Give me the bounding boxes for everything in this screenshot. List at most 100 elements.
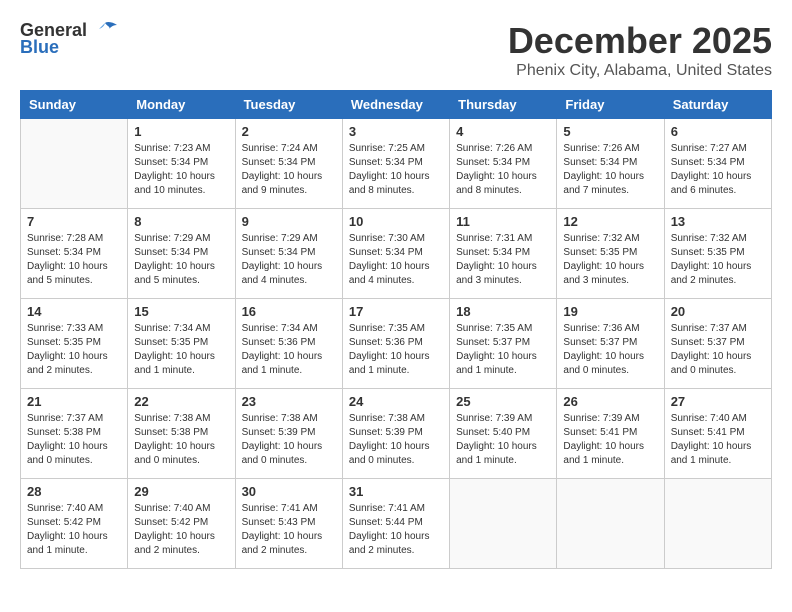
day-number: 3: [349, 124, 443, 139]
day-number: 20: [671, 304, 765, 319]
calendar-cell: 16 Sunrise: 7:34 AM Sunset: 5:36 PM Dayli…: [235, 299, 342, 389]
day-number: 1: [134, 124, 228, 139]
day-info: Sunrise: 7:35 AM Sunset: 5:36 PM Dayligh…: [349, 322, 443, 378]
day-info: Sunrise: 7:38 AM Sunset: 5:39 PM Dayligh…: [349, 412, 443, 468]
day-info: Sunrise: 7:32 AM Sunset: 5:35 PM Dayligh…: [563, 232, 657, 288]
day-info: Sunrise: 7:34 AM Sunset: 5:36 PM Dayligh…: [242, 322, 336, 378]
calendar-cell: 26 Sunrise: 7:39 AM Sunset: 5:41 PM Dayli…: [557, 389, 664, 479]
day-number: 14: [27, 304, 121, 319]
title-area: December 2025 Phenix City, Alabama, Unit…: [508, 20, 772, 80]
day-info: Sunrise: 7:33 AM Sunset: 5:35 PM Dayligh…: [27, 322, 121, 378]
calendar-cell: 22 Sunrise: 7:38 AM Sunset: 5:38 PM Dayli…: [128, 389, 235, 479]
day-info: Sunrise: 7:23 AM Sunset: 5:34 PM Dayligh…: [134, 142, 228, 198]
day-info: Sunrise: 7:29 AM Sunset: 5:34 PM Dayligh…: [134, 232, 228, 288]
day-info: Sunrise: 7:37 AM Sunset: 5:38 PM Dayligh…: [27, 412, 121, 468]
weekday-header-row: SundayMondayTuesdayWednesdayThursdayFrid…: [21, 91, 772, 119]
day-number: 29: [134, 484, 228, 499]
day-info: Sunrise: 7:34 AM Sunset: 5:35 PM Dayligh…: [134, 322, 228, 378]
logo-blue-text: Blue: [20, 37, 59, 58]
calendar-cell: 4Sunrise: 7:26 AM Sunset: 5:34 PM Daylig…: [450, 119, 557, 209]
calendar-cell: 24 Sunrise: 7:38 AM Sunset: 5:39 PM Dayli…: [342, 389, 449, 479]
weekday-header-saturday: Saturday: [664, 91, 771, 119]
day-info: Sunrise: 7:31 AM Sunset: 5:34 PM Dayligh…: [456, 232, 550, 288]
calendar-cell: 31 Sunrise: 7:41 AM Sunset: 5:44 PM Dayli…: [342, 479, 449, 569]
day-number: 15: [134, 304, 228, 319]
day-number: 9: [242, 214, 336, 229]
calendar-cell: 9 Sunrise: 7:29 AM Sunset: 5:34 PM Daylig…: [235, 209, 342, 299]
calendar-cell: 28 Sunrise: 7:40 AM Sunset: 5:42 PM Dayli…: [21, 479, 128, 569]
calendar-cell: 17 Sunrise: 7:35 AM Sunset: 5:36 PM Dayli…: [342, 299, 449, 389]
day-number: 16: [242, 304, 336, 319]
day-number: 27: [671, 394, 765, 409]
calendar-cell: 12 Sunrise: 7:32 AM Sunset: 5:35 PM Dayli…: [557, 209, 664, 299]
calendar-cell: 13Sunrise: 7:32 AM Sunset: 5:35 PM Dayli…: [664, 209, 771, 299]
weekday-header-tuesday: Tuesday: [235, 91, 342, 119]
day-info: Sunrise: 7:38 AM Sunset: 5:38 PM Dayligh…: [134, 412, 228, 468]
day-number: 22: [134, 394, 228, 409]
day-number: 31: [349, 484, 443, 499]
day-number: 30: [242, 484, 336, 499]
day-info: Sunrise: 7:30 AM Sunset: 5:34 PM Dayligh…: [349, 232, 443, 288]
page-header: General Blue December 2025 Phenix City, …: [20, 20, 772, 80]
day-number: 12: [563, 214, 657, 229]
day-info: Sunrise: 7:24 AM Sunset: 5:34 PM Dayligh…: [242, 142, 336, 198]
day-info: Sunrise: 7:39 AM Sunset: 5:41 PM Dayligh…: [563, 412, 657, 468]
calendar-cell: 21 Sunrise: 7:37 AM Sunset: 5:38 PM Dayli…: [21, 389, 128, 479]
day-number: 18: [456, 304, 550, 319]
day-info: Sunrise: 7:25 AM Sunset: 5:34 PM Dayligh…: [349, 142, 443, 198]
calendar-week-row: 14 Sunrise: 7:33 AM Sunset: 5:35 PM Dayli…: [21, 299, 772, 389]
day-number: 13: [671, 214, 765, 229]
day-number: 6: [671, 124, 765, 139]
calendar-cell: 1 Sunrise: 7:23 AM Sunset: 5:34 PM Daylig…: [128, 119, 235, 209]
month-title: December 2025: [508, 20, 772, 62]
day-number: 21: [27, 394, 121, 409]
day-info: Sunrise: 7:38 AM Sunset: 5:39 PM Dayligh…: [242, 412, 336, 468]
day-info: Sunrise: 7:36 AM Sunset: 5:37 PM Dayligh…: [563, 322, 657, 378]
day-info: Sunrise: 7:41 AM Sunset: 5:44 PM Dayligh…: [349, 502, 443, 558]
weekday-header-friday: Friday: [557, 91, 664, 119]
location-title: Phenix City, Alabama, United States: [508, 62, 772, 80]
day-number: 28: [27, 484, 121, 499]
calendar-cell: 19Sunrise: 7:36 AM Sunset: 5:37 PM Dayli…: [557, 299, 664, 389]
calendar-cell: 23Sunrise: 7:38 AM Sunset: 5:39 PM Dayli…: [235, 389, 342, 479]
weekday-header-thursday: Thursday: [450, 91, 557, 119]
day-number: 11: [456, 214, 550, 229]
calendar-cell: [450, 479, 557, 569]
calendar-cell: 27 Sunrise: 7:40 AM Sunset: 5:41 PM Dayli…: [664, 389, 771, 479]
calendar-week-row: 7 Sunrise: 7:28 AM Sunset: 5:34 PM Daylig…: [21, 209, 772, 299]
day-number: 2: [242, 124, 336, 139]
day-number: 26: [563, 394, 657, 409]
day-info: Sunrise: 7:40 AM Sunset: 5:42 PM Dayligh…: [134, 502, 228, 558]
calendar-week-row: 1 Sunrise: 7:23 AM Sunset: 5:34 PM Daylig…: [21, 119, 772, 209]
logo: General Blue: [20, 20, 119, 58]
day-number: 5: [563, 124, 657, 139]
calendar-cell: 20 Sunrise: 7:37 AM Sunset: 5:37 PM Dayli…: [664, 299, 771, 389]
calendar-cell: 18Sunrise: 7:35 AM Sunset: 5:37 PM Dayli…: [450, 299, 557, 389]
calendar-cell: [664, 479, 771, 569]
calendar-week-row: 28 Sunrise: 7:40 AM Sunset: 5:42 PM Dayli…: [21, 479, 772, 569]
calendar-cell: 7 Sunrise: 7:28 AM Sunset: 5:34 PM Daylig…: [21, 209, 128, 299]
day-number: 17: [349, 304, 443, 319]
weekday-header-wednesday: Wednesday: [342, 91, 449, 119]
day-info: Sunrise: 7:40 AM Sunset: 5:41 PM Dayligh…: [671, 412, 765, 468]
day-number: 10: [349, 214, 443, 229]
weekday-header-sunday: Sunday: [21, 91, 128, 119]
day-info: Sunrise: 7:28 AM Sunset: 5:34 PM Dayligh…: [27, 232, 121, 288]
day-number: 4: [456, 124, 550, 139]
calendar-cell: 8Sunrise: 7:29 AM Sunset: 5:34 PM Daylig…: [128, 209, 235, 299]
weekday-header-monday: Monday: [128, 91, 235, 119]
day-number: 7: [27, 214, 121, 229]
day-info: Sunrise: 7:41 AM Sunset: 5:43 PM Dayligh…: [242, 502, 336, 558]
day-info: Sunrise: 7:29 AM Sunset: 5:34 PM Dayligh…: [242, 232, 336, 288]
calendar-cell: [21, 119, 128, 209]
logo-bird-icon: [91, 21, 119, 41]
calendar-cell: 25Sunrise: 7:39 AM Sunset: 5:40 PM Dayli…: [450, 389, 557, 479]
day-number: 25: [456, 394, 550, 409]
calendar-cell: [557, 479, 664, 569]
calendar-cell: 2 Sunrise: 7:24 AM Sunset: 5:34 PM Daylig…: [235, 119, 342, 209]
calendar-cell: 14 Sunrise: 7:33 AM Sunset: 5:35 PM Dayli…: [21, 299, 128, 389]
day-number: 24: [349, 394, 443, 409]
day-info: Sunrise: 7:40 AM Sunset: 5:42 PM Dayligh…: [27, 502, 121, 558]
calendar-cell: 29 Sunrise: 7:40 AM Sunset: 5:42 PM Dayli…: [128, 479, 235, 569]
day-info: Sunrise: 7:37 AM Sunset: 5:37 PM Dayligh…: [671, 322, 765, 378]
